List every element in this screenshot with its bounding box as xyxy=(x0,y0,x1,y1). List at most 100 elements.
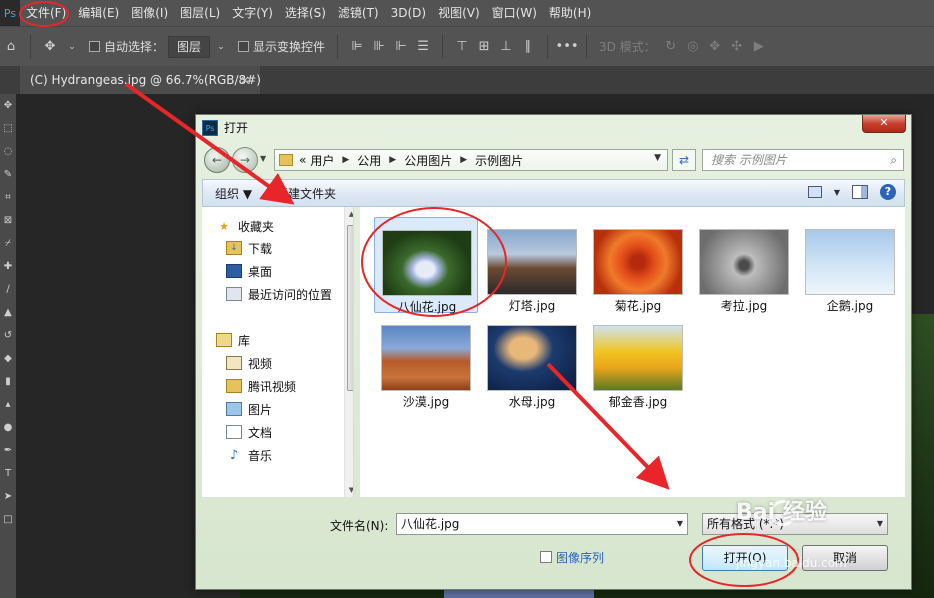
preview-pane-icon[interactable] xyxy=(852,185,868,199)
home-icon[interactable]: ⌂ xyxy=(0,36,22,58)
change-view-icon[interactable] xyxy=(807,186,822,198)
file-item-tulips[interactable]: 郁金香.jpg xyxy=(586,313,690,409)
align-middle-icon[interactable]: ⊞ xyxy=(473,36,495,58)
file-item-hydrangea[interactable]: 八仙花.jpg xyxy=(374,217,478,314)
menu-file[interactable]: 文件(F) xyxy=(20,0,72,26)
scrollbar-thumb[interactable] xyxy=(347,225,353,391)
organize-button[interactable]: 组织 ▼ xyxy=(203,185,264,202)
chevron-down-icon[interactable]: ⌄ xyxy=(61,36,83,58)
shape-tool-icon[interactable]: □ xyxy=(0,508,16,531)
chevron-right-icon[interactable]: ▶ xyxy=(342,155,349,165)
breadcrumb-users[interactable]: 用户 xyxy=(310,152,334,169)
move-tool-icon[interactable]: ✥ xyxy=(39,36,61,58)
forward-button[interactable]: → xyxy=(232,147,258,173)
menu-3d[interactable]: 3D(D) xyxy=(385,0,432,26)
eyedropper-tool-icon[interactable]: ⌿ xyxy=(0,232,16,255)
nav-libraries[interactable]: 库 xyxy=(216,329,250,351)
align-right-icon[interactable]: ⊩ xyxy=(390,36,412,58)
new-folder-button[interactable]: 新建文件夹 xyxy=(264,185,348,202)
file-item-desert[interactable]: 沙漠.jpg xyxy=(374,313,478,409)
nav-item-desktop[interactable]: 桌面 xyxy=(226,260,272,282)
3d-pan-icon[interactable]: ✥ xyxy=(704,36,726,58)
more-options-icon[interactable]: ••• xyxy=(556,36,579,58)
file-item-penguins[interactable]: 企鹅.jpg xyxy=(798,217,902,313)
chevron-down-icon[interactable]: ▼ xyxy=(677,514,683,534)
crop-tool-icon[interactable]: ⌗ xyxy=(0,186,16,209)
nav-item-recent[interactable]: 最近访问的位置 xyxy=(226,283,332,305)
gradient-tool-icon[interactable]: ▮ xyxy=(0,370,16,393)
refresh-button[interactable]: ⇄ xyxy=(672,149,696,171)
align-center-icon[interactable]: ⊪ xyxy=(368,36,390,58)
menu-type[interactable]: 文字(Y) xyxy=(226,0,279,26)
chevron-down-icon[interactable]: ▼ xyxy=(654,153,661,163)
file-item-jellyfish[interactable]: 水母.jpg xyxy=(480,313,584,409)
file-item-lighthouse[interactable]: 灯塔.jpg xyxy=(480,217,584,313)
nav-scrollbar[interactable]: ▲ ▼ xyxy=(344,207,353,497)
search-icon[interactable]: ⌕ xyxy=(890,150,897,170)
chevron-right-icon[interactable]: ▶ xyxy=(389,155,396,165)
chevron-down-icon[interactable]: ▼ xyxy=(877,514,883,534)
nav-item-videos[interactable]: 视频 xyxy=(226,352,272,374)
address-bar[interactable]: « 用户 ▶ 公用 ▶ 公用图片 ▶ 示例图片 ▼ xyxy=(274,149,668,171)
nav-item-tencent-video[interactable]: 腾讯视频 xyxy=(226,375,296,397)
align-top-icon[interactable]: ⊤ xyxy=(451,36,473,58)
back-button[interactable]: ← xyxy=(204,147,230,173)
nav-item-music[interactable]: ♪ 音乐 xyxy=(226,444,272,466)
nav-item-documents[interactable]: 文档 xyxy=(226,421,272,443)
pen-tool-icon[interactable]: ✒ xyxy=(0,439,16,462)
image-sequence-checkbox[interactable] xyxy=(540,551,552,563)
menu-layer[interactable]: 图层(L) xyxy=(174,0,226,26)
auto-select-checkbox[interactable] xyxy=(89,41,100,52)
chevron-down-icon[interactable]: ▼ xyxy=(834,188,840,197)
breadcrumb-sample-pictures[interactable]: 示例图片 xyxy=(475,152,523,169)
breadcrumb-public[interactable]: 公用 xyxy=(357,152,381,169)
scroll-up-icon[interactable]: ▲ xyxy=(345,207,353,221)
menu-window[interactable]: 窗口(W) xyxy=(486,0,543,26)
menu-filter[interactable]: 滤镜(T) xyxy=(332,0,385,26)
align-left-icon[interactable]: ⊫ xyxy=(346,36,368,58)
show-transform-checkbox[interactable] xyxy=(238,41,250,52)
history-brush-tool-icon[interactable]: ↺ xyxy=(0,324,16,347)
dodge-tool-icon[interactable]: ● xyxy=(0,416,16,439)
menu-edit[interactable]: 编辑(E) xyxy=(72,0,125,26)
3d-orbit-icon[interactable]: ↻ xyxy=(660,36,682,58)
menu-select[interactable]: 选择(S) xyxy=(279,0,332,26)
path-select-tool-icon[interactable]: ➤ xyxy=(0,485,16,508)
align-bottom-icon[interactable]: ⊥ xyxy=(495,36,517,58)
eraser-tool-icon[interactable]: ◆ xyxy=(0,347,16,370)
document-tab[interactable]: (C) Hydrangeas.jpg @ 66.7%(RGB/8#) × xyxy=(20,66,261,94)
close-icon[interactable]: × xyxy=(240,66,250,94)
chevron-down-icon[interactable]: ⌄ xyxy=(210,36,232,58)
3d-roll-icon[interactable]: ◎ xyxy=(682,36,704,58)
distribute-icon[interactable]: ☰ xyxy=(412,36,434,58)
brush-tool-icon[interactable]: ∕ xyxy=(0,278,16,301)
healing-tool-icon[interactable]: ✚ xyxy=(0,255,16,278)
file-item-chrysanthemum[interactable]: 菊花.jpg xyxy=(586,217,690,313)
dialog-close-button[interactable]: ✕ xyxy=(862,115,906,133)
nav-item-pictures[interactable]: 图片 xyxy=(226,398,272,420)
dialog-titlebar[interactable]: Ps 打开 ✕ xyxy=(196,115,911,141)
search-input[interactable]: 搜索 示例图片 ⌕ xyxy=(702,149,904,171)
chevron-down-icon[interactable]: ▼ xyxy=(260,154,266,163)
image-sequence-label[interactable]: 图像序列 xyxy=(556,549,604,566)
menu-help[interactable]: 帮助(H) xyxy=(543,0,597,26)
chevron-right-icon[interactable]: ▶ xyxy=(460,155,467,165)
frame-tool-icon[interactable]: ⊠ xyxy=(0,209,16,232)
3d-slide-icon[interactable]: ✣ xyxy=(726,36,748,58)
filename-input[interactable]: 八仙花.jpg ▼ xyxy=(396,513,688,535)
breadcrumb-public-pictures[interactable]: 公用图片 xyxy=(404,152,452,169)
scroll-down-icon[interactable]: ▼ xyxy=(345,483,353,497)
move-tool-icon[interactable]: ✥ xyxy=(0,94,16,117)
help-icon[interactable]: ? xyxy=(880,184,896,200)
menu-view[interactable]: 视图(V) xyxy=(432,0,486,26)
lasso-tool-icon[interactable]: ◌ xyxy=(0,140,16,163)
type-tool-icon[interactable]: T xyxy=(0,462,16,485)
nav-favorites[interactable]: ★ 收藏夹 xyxy=(216,215,274,237)
file-item-koala[interactable]: 考拉.jpg xyxy=(692,217,796,313)
marquee-tool-icon[interactable]: ⬚ xyxy=(0,117,16,140)
blur-tool-icon[interactable]: ▴ xyxy=(0,393,16,416)
menu-image[interactable]: 图像(I) xyxy=(125,0,174,26)
distribute-vertical-icon[interactable]: ∥ xyxy=(517,36,539,58)
stamp-tool-icon[interactable]: ▲ xyxy=(0,301,16,324)
quick-select-tool-icon[interactable]: ✎ xyxy=(0,163,16,186)
